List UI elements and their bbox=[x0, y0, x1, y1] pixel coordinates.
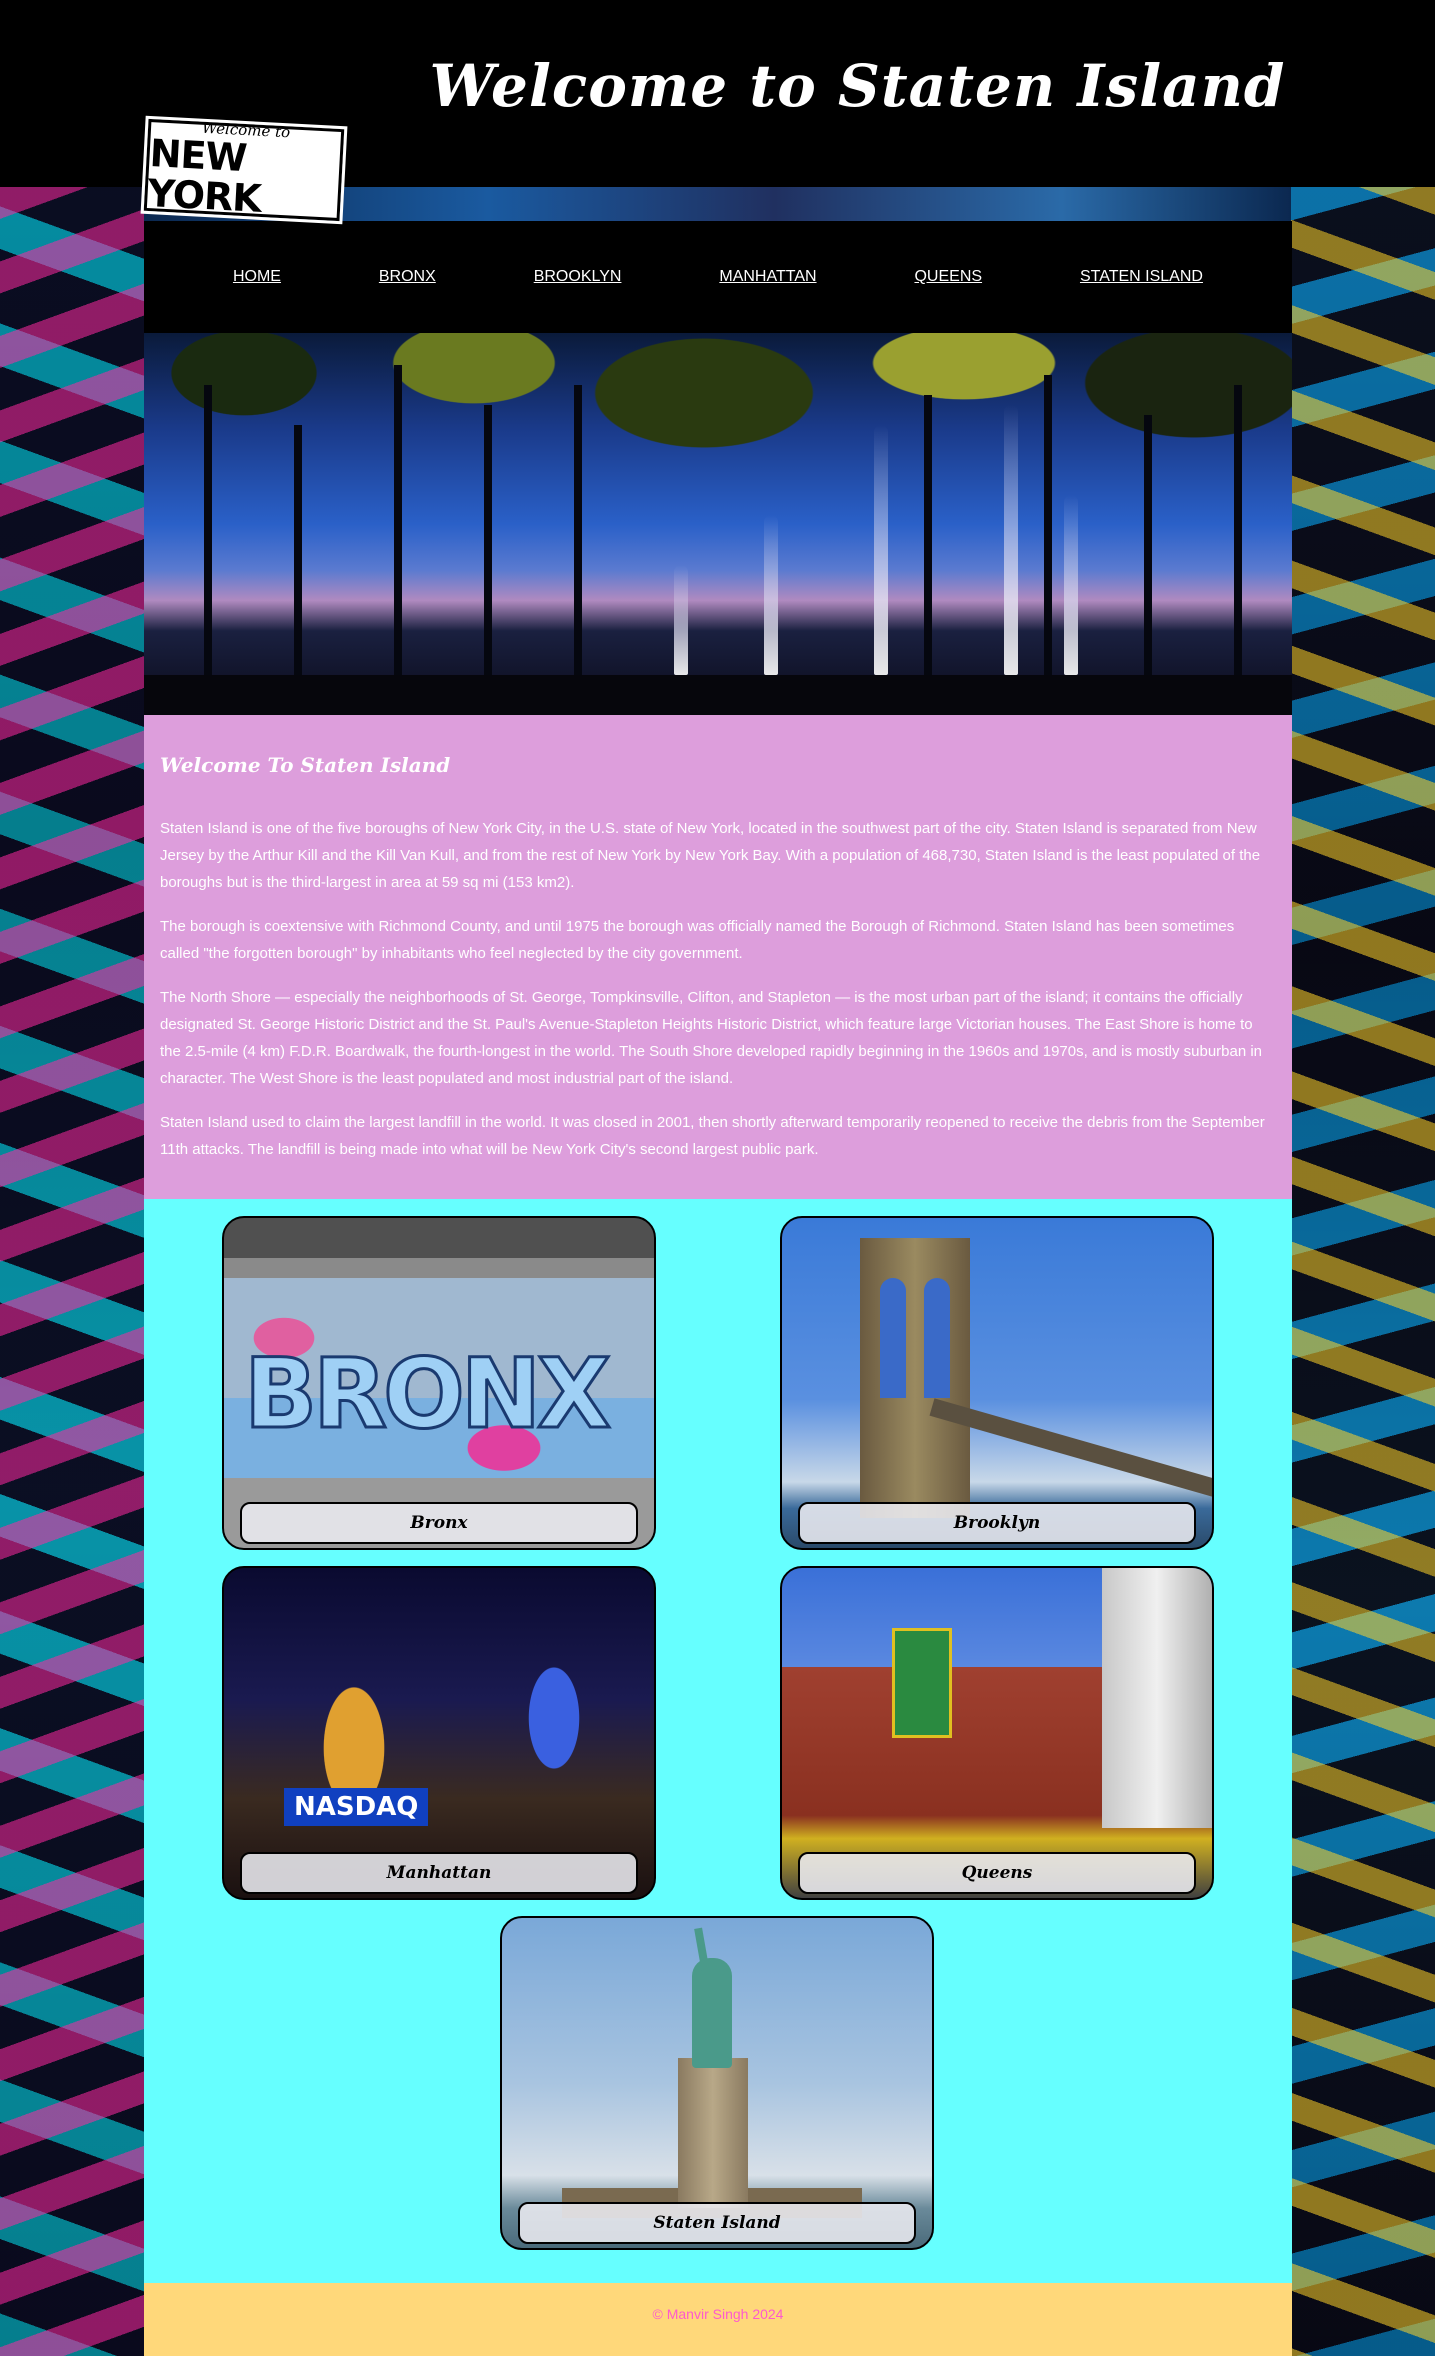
about-heading: Welcome To Staten Island bbox=[160, 753, 451, 777]
about-section: Welcome To Staten Island Staten Island i… bbox=[144, 715, 1292, 1199]
nav-item-bronx[interactable]: BRONX bbox=[379, 268, 436, 286]
hero-tree-trunk bbox=[394, 365, 402, 685]
statue-pedestal bbox=[678, 2058, 748, 2208]
page-title: Welcome to Staten Island bbox=[429, 52, 1286, 120]
about-paragraph: The North Shore — especially the neighbo… bbox=[160, 989, 1263, 1087]
queens-mural bbox=[892, 1628, 952, 1738]
statue-figure bbox=[692, 1958, 732, 2068]
borough-card-bronx[interactable]: BRONX Bronx bbox=[222, 1216, 656, 1550]
borough-card-caption: Manhattan bbox=[240, 1852, 638, 1894]
bridge-tower bbox=[860, 1238, 970, 1518]
borough-card-manhattan[interactable]: NASDAQ Manhattan bbox=[222, 1566, 656, 1900]
hero-tree-trunk bbox=[204, 385, 212, 685]
nav-item-brooklyn[interactable]: BROOKLYN bbox=[534, 268, 622, 286]
hero-tree-trunk bbox=[1044, 375, 1052, 685]
borough-card-brooklyn[interactable]: Brooklyn bbox=[780, 1216, 1214, 1550]
nav-item-manhattan[interactable]: MANHATTAN bbox=[719, 268, 816, 286]
hero-fountain-jet bbox=[1004, 405, 1018, 675]
site-footer: © Manvir Singh 2024 bbox=[144, 2283, 1292, 2356]
borough-card-caption: Queens bbox=[798, 1852, 1196, 1894]
collage-background-left bbox=[0, 187, 144, 2356]
hero-fountain-jet bbox=[1064, 495, 1078, 675]
hero-tree-canopy bbox=[144, 333, 1292, 493]
hero-tree-trunk bbox=[924, 395, 932, 685]
borough-card-caption: Bronx bbox=[240, 1502, 638, 1544]
nav-item-staten-island[interactable]: STATEN ISLAND bbox=[1080, 268, 1203, 286]
hero-fountain-jet bbox=[764, 515, 778, 675]
bridge-deck bbox=[929, 1398, 1212, 1499]
nav-item-home[interactable]: HOME bbox=[233, 268, 281, 286]
queens-tall-building bbox=[1102, 1568, 1212, 1828]
main-nav: HOME BRONX BROOKLYN MANHATTAN QUEENS STA… bbox=[144, 221, 1292, 333]
borough-card-staten-island[interactable]: Staten Island bbox=[500, 1916, 934, 2250]
borough-card-queens[interactable]: Queens bbox=[780, 1566, 1214, 1900]
nasdaq-sign: NASDAQ bbox=[284, 1788, 429, 1826]
borough-card-caption: Brooklyn bbox=[798, 1502, 1196, 1544]
about-paragraph: Staten Island is one of the five borough… bbox=[160, 820, 1261, 891]
about-paragraph: The borough is coextensive with Richmond… bbox=[160, 918, 1235, 962]
new-york-logo: Welcome to NEW YORK bbox=[140, 115, 348, 225]
borough-gallery: BRONX Bronx Brooklyn NASDAQ Manhattan Qu… bbox=[144, 1199, 1292, 2283]
nav-item-queens[interactable]: QUEENS bbox=[914, 268, 982, 286]
hero-fountain-jet bbox=[874, 425, 888, 675]
hero-tree-trunk bbox=[1234, 385, 1242, 685]
hero-tree-trunk bbox=[484, 405, 492, 685]
footer-copyright: © Manvir Singh 2024 bbox=[652, 2306, 784, 2322]
bronx-graffiti-text: BRONX bbox=[242, 1337, 612, 1452]
logo-main-text: NEW YORK bbox=[146, 131, 262, 221]
about-paragraph: Staten Island used to claim the largest … bbox=[160, 1114, 1265, 1158]
hero-tree-trunk bbox=[294, 425, 302, 685]
hero-tree-trunk bbox=[1144, 415, 1152, 685]
borough-card-caption: Staten Island bbox=[518, 2202, 916, 2244]
collage-background-right bbox=[1291, 187, 1435, 2356]
hero-tree-trunk bbox=[574, 385, 582, 685]
hero-fountain-jet bbox=[674, 565, 688, 675]
hero-ground bbox=[144, 675, 1292, 715]
main-container: HOME BRONX BROOKLYN MANHATTAN QUEENS STA… bbox=[144, 221, 1292, 2356]
hero-image-park-fountains bbox=[144, 333, 1292, 715]
